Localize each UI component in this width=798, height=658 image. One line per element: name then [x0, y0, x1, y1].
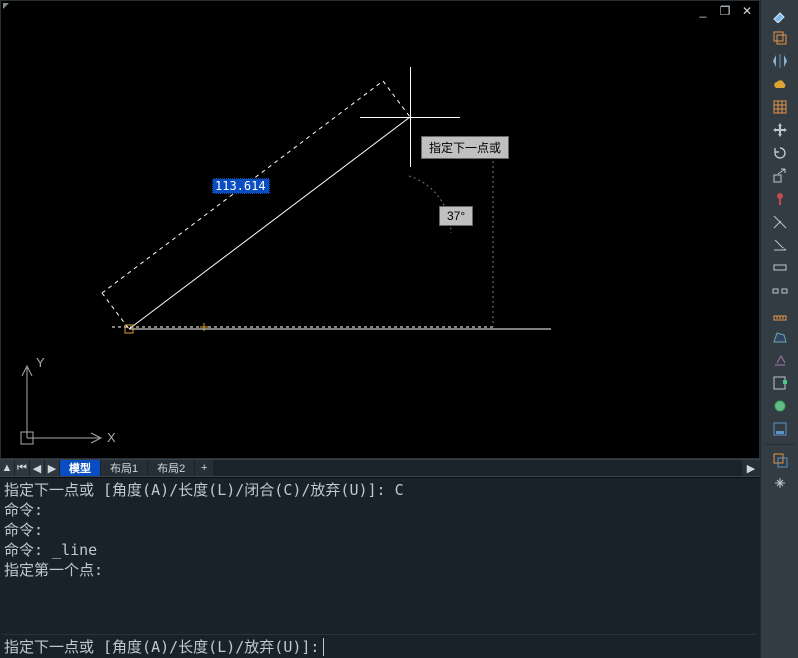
crosshair-horizontal	[360, 117, 460, 118]
eraser-icon[interactable]	[769, 4, 791, 26]
bound-icon[interactable]	[769, 372, 791, 394]
tab-layout1[interactable]: 布局1	[101, 460, 148, 476]
tab-model[interactable]: 模型	[60, 460, 101, 476]
scale-icon[interactable]	[769, 165, 791, 187]
maximize-button[interactable]: ❐	[717, 3, 733, 19]
close-button[interactable]: ✕	[739, 3, 755, 19]
hatch-icon[interactable]	[769, 96, 791, 118]
pan-icon[interactable]	[769, 472, 791, 494]
cmd-history-line: 指定第一个点:	[4, 560, 756, 580]
ucs-icon: Y X	[15, 350, 115, 450]
tab-nav-next[interactable]: ▶	[45, 460, 60, 476]
minimize-button[interactable]: _	[695, 3, 711, 19]
cmd-history-line: 指定下一点或 [角度(A)/长度(L)/闭合(C)/放弃(U)]: C	[4, 480, 756, 500]
cmd-history-line: 命令:	[4, 520, 756, 540]
mline-icon[interactable]	[769, 257, 791, 279]
marker-icon[interactable]	[769, 188, 791, 210]
tab-scroll-right[interactable]: ▶	[742, 460, 760, 476]
command-input-row: 指定下一点或 [角度(A)/长度(L)/放弃(U)]:	[4, 634, 756, 656]
overlap-icon[interactable]	[769, 449, 791, 471]
right-toolbar	[760, 0, 798, 658]
tab-nav-prev-all[interactable]: ⏮	[15, 460, 30, 476]
length-input[interactable]	[212, 178, 270, 194]
tab-nav-prev[interactable]: ◀	[30, 460, 45, 476]
layout-tab-bar: ▲ ⏮ ◀ ▶ 模型 布局1 布局2 + ▶	[0, 459, 760, 477]
rotate-icon[interactable]	[769, 142, 791, 164]
dynamic-prompt-tooltip: 指定下一点或	[421, 136, 509, 159]
cmd-history-line: 命令: _line	[4, 540, 756, 560]
copy-icon[interactable]	[769, 27, 791, 49]
svg-text:Y: Y	[36, 355, 45, 370]
tab-add-button[interactable]: +	[195, 460, 213, 476]
svg-text:X: X	[107, 430, 115, 445]
move-icon[interactable]	[769, 119, 791, 141]
tab-nav-first[interactable]: ▲	[0, 460, 15, 476]
drawer-icon[interactable]	[769, 418, 791, 440]
command-input[interactable]	[323, 638, 756, 656]
mirror-icon[interactable]	[769, 50, 791, 72]
command-window[interactable]: 指定下一点或 [角度(A)/长度(L)/闭合(C)/放弃(U)]: C 命令: …	[0, 477, 760, 658]
break-icon[interactable]	[769, 280, 791, 302]
drawing-svg	[1, 1, 761, 460]
command-prompt-label: 指定下一点或 [角度(A)/长度(L)/放弃(U)]:	[4, 637, 319, 657]
window-controls: _ ❐ ✕	[695, 3, 755, 19]
toolbar-separator	[766, 444, 794, 445]
circle-icon[interactable]	[769, 395, 791, 417]
angle-tooltip: 37°	[439, 206, 473, 226]
tab-layout2[interactable]: 布局2	[148, 460, 195, 476]
cloud-icon[interactable]	[769, 73, 791, 95]
cmd-history-line: 命令:	[4, 500, 756, 520]
trim-icon[interactable]	[769, 211, 791, 233]
drawing-canvas[interactable]: _ ❐ ✕	[0, 0, 760, 459]
measure-icon[interactable]	[769, 303, 791, 325]
extend-icon[interactable]	[769, 234, 791, 256]
fit-icon[interactable]	[769, 349, 791, 371]
area-icon[interactable]	[769, 326, 791, 348]
